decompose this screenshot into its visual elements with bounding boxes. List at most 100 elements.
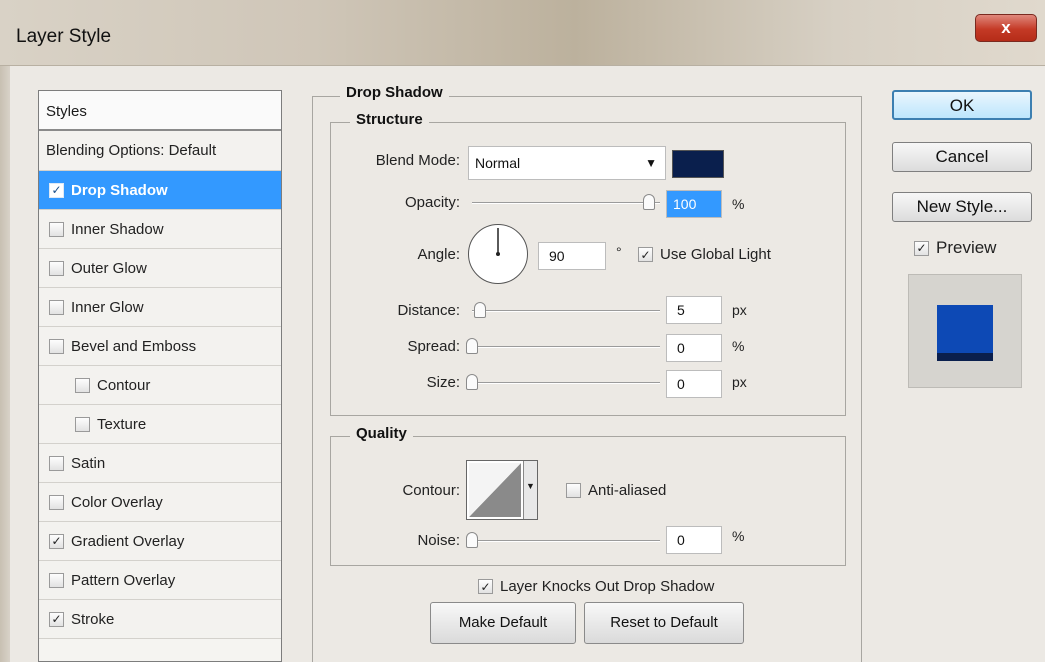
style-item-label: Outer Glow — [71, 259, 147, 277]
style-checkbox[interactable] — [75, 377, 90, 393]
ok-button[interactable]: OK — [892, 90, 1032, 120]
opacity-slider[interactable] — [472, 202, 660, 204]
style-item-label: Bevel and Emboss — [71, 337, 197, 355]
angle-input[interactable]: 90 — [538, 242, 606, 270]
preview-check: ✓ — [914, 240, 929, 256]
noise-slider[interactable] — [472, 540, 660, 542]
layer-style-dialog: Styles Blending Options: Default ✓ Drop Sh… — [10, 66, 1045, 662]
style-item-inner-shadow[interactable]: Inner Shadow — [39, 210, 281, 249]
style-checkbox[interactable]: ✓ — [49, 533, 64, 549]
distance-input[interactable]: 5 — [666, 296, 722, 324]
preview-swatch — [937, 305, 993, 361]
style-checkbox[interactable]: ✓ — [49, 182, 64, 198]
blend-mode-value: Normal — [475, 155, 521, 171]
blend-mode-label: Blend Mode: — [375, 152, 460, 169]
contour-picker[interactable]: ▼ — [466, 460, 538, 520]
style-item-drop-shadow[interactable]: ✓ Drop Shadow — [39, 171, 281, 210]
style-item-stroke[interactable]: ✓ Stroke — [39, 600, 281, 639]
size-slider-thumb[interactable] — [466, 374, 478, 390]
style-item-texture[interactable]: Texture — [39, 405, 281, 444]
cancel-button[interactable]: Cancel — [892, 142, 1032, 172]
spread-unit: % — [732, 338, 745, 354]
style-item-color-overlay[interactable]: Color Overlay — [39, 483, 281, 522]
style-item-label: Contour — [97, 376, 151, 394]
style-item-label: Satin — [71, 454, 106, 472]
window-title: Layer Style — [16, 26, 112, 47]
style-checkbox[interactable] — [49, 299, 64, 315]
style-item-label: Pattern Overlay — [71, 571, 176, 589]
opacity-slider-thumb[interactable] — [643, 194, 655, 210]
angle-unit: ° — [616, 244, 622, 260]
style-item-gradient-overlay[interactable]: ✓ Gradient Overlay — [39, 522, 281, 561]
drop-shadow-title: Drop Shadow — [340, 84, 449, 101]
layer-knocks-out-label: Layer Knocks Out Drop Shadow — [500, 578, 715, 595]
anti-aliased-label: Anti-aliased — [588, 482, 667, 499]
chevron-down-icon: ▼ — [645, 156, 657, 170]
style-item-pattern-overlay[interactable]: Pattern Overlay — [39, 561, 281, 600]
reset-to-default-button[interactable]: Reset to Default — [584, 602, 744, 644]
contour-dropdown-button[interactable]: ▼ — [523, 461, 537, 519]
quality-title: Quality — [350, 425, 413, 442]
style-item-label: Inner Shadow — [71, 220, 164, 238]
style-item-bevel-and-emboss[interactable]: Bevel and Emboss — [39, 327, 281, 366]
noise-input[interactable]: 0 — [666, 526, 722, 554]
size-label: Size: — [426, 374, 460, 391]
structure-title: Structure — [350, 111, 429, 128]
style-checkbox[interactable] — [75, 416, 90, 432]
shadow-color-swatch[interactable] — [672, 150, 724, 178]
make-default-button[interactable]: Make Default — [430, 602, 576, 644]
new-style-button[interactable]: New Style... — [892, 192, 1032, 222]
style-item-label: Stroke — [71, 610, 115, 628]
style-item-blending-options-default[interactable]: Blending Options: Default — [39, 131, 281, 171]
styles-header[interactable]: Styles — [39, 91, 281, 131]
window-frame — [0, 66, 10, 662]
angle-dial[interactable] — [468, 224, 528, 284]
title-bar: Layer Style x — [0, 0, 1045, 66]
preview-box — [908, 274, 1022, 388]
preview-checkbox[interactable]: ✓ Preview — [914, 238, 996, 258]
style-item-inner-glow[interactable]: Inner Glow — [39, 288, 281, 327]
style-item-outer-glow[interactable]: Outer Glow — [39, 249, 281, 288]
close-button[interactable]: x — [975, 14, 1037, 42]
style-item-label: Texture — [97, 415, 147, 433]
anti-aliased-checkbox[interactable]: Anti-aliased — [566, 482, 666, 499]
use-global-light-checkbox[interactable]: ✓ Use Global Light — [638, 246, 771, 263]
styles-list: Blending Options: Default ✓ Drop Shadow Inn… — [39, 131, 281, 639]
style-item-label: Drop Shadow — [71, 181, 168, 199]
style-item-label: Gradient Overlay — [71, 532, 185, 550]
noise-slider-thumb[interactable] — [466, 532, 478, 548]
angle-dial-needle — [496, 228, 500, 256]
anti-aliased-check — [566, 483, 581, 498]
style-checkbox[interactable] — [49, 494, 64, 510]
style-item-satin[interactable]: Satin — [39, 444, 281, 483]
distance-unit: px — [732, 302, 747, 318]
style-checkbox[interactable] — [49, 572, 64, 588]
style-checkbox[interactable] — [49, 221, 64, 237]
preview-label: Preview — [936, 238, 997, 257]
use-global-light-label: Use Global Light — [660, 246, 771, 263]
style-item-label: Inner Glow — [71, 298, 144, 316]
noise-unit: % — [732, 528, 745, 544]
spread-input[interactable]: 0 — [666, 334, 722, 362]
opacity-input[interactable]: 100 — [666, 190, 722, 218]
style-checkbox[interactable] — [49, 260, 64, 276]
style-checkbox[interactable] — [49, 338, 64, 354]
noise-label: Noise: — [417, 532, 460, 549]
angle-label: Angle: — [417, 246, 460, 263]
distance-slider-thumb[interactable] — [474, 302, 486, 318]
spread-slider[interactable] — [472, 346, 660, 348]
opacity-unit: % — [732, 196, 745, 212]
blend-mode-select[interactable]: Normal ▼ — [468, 146, 666, 180]
size-unit: px — [732, 374, 747, 390]
style-checkbox[interactable] — [49, 455, 64, 471]
size-input[interactable]: 0 — [666, 370, 722, 398]
style-checkbox[interactable]: ✓ — [49, 611, 64, 627]
distance-slider[interactable] — [472, 310, 660, 312]
layer-knocks-out-checkbox[interactable]: ✓ Layer Knocks Out Drop Shadow — [478, 578, 714, 595]
spread-slider-thumb[interactable] — [466, 338, 478, 354]
contour-label: Contour: — [402, 482, 460, 499]
size-slider[interactable] — [472, 382, 660, 384]
contour-preview-icon — [469, 463, 521, 517]
style-item-label: Blending Options: Default — [46, 142, 217, 159]
style-item-contour[interactable]: Contour — [39, 366, 281, 405]
